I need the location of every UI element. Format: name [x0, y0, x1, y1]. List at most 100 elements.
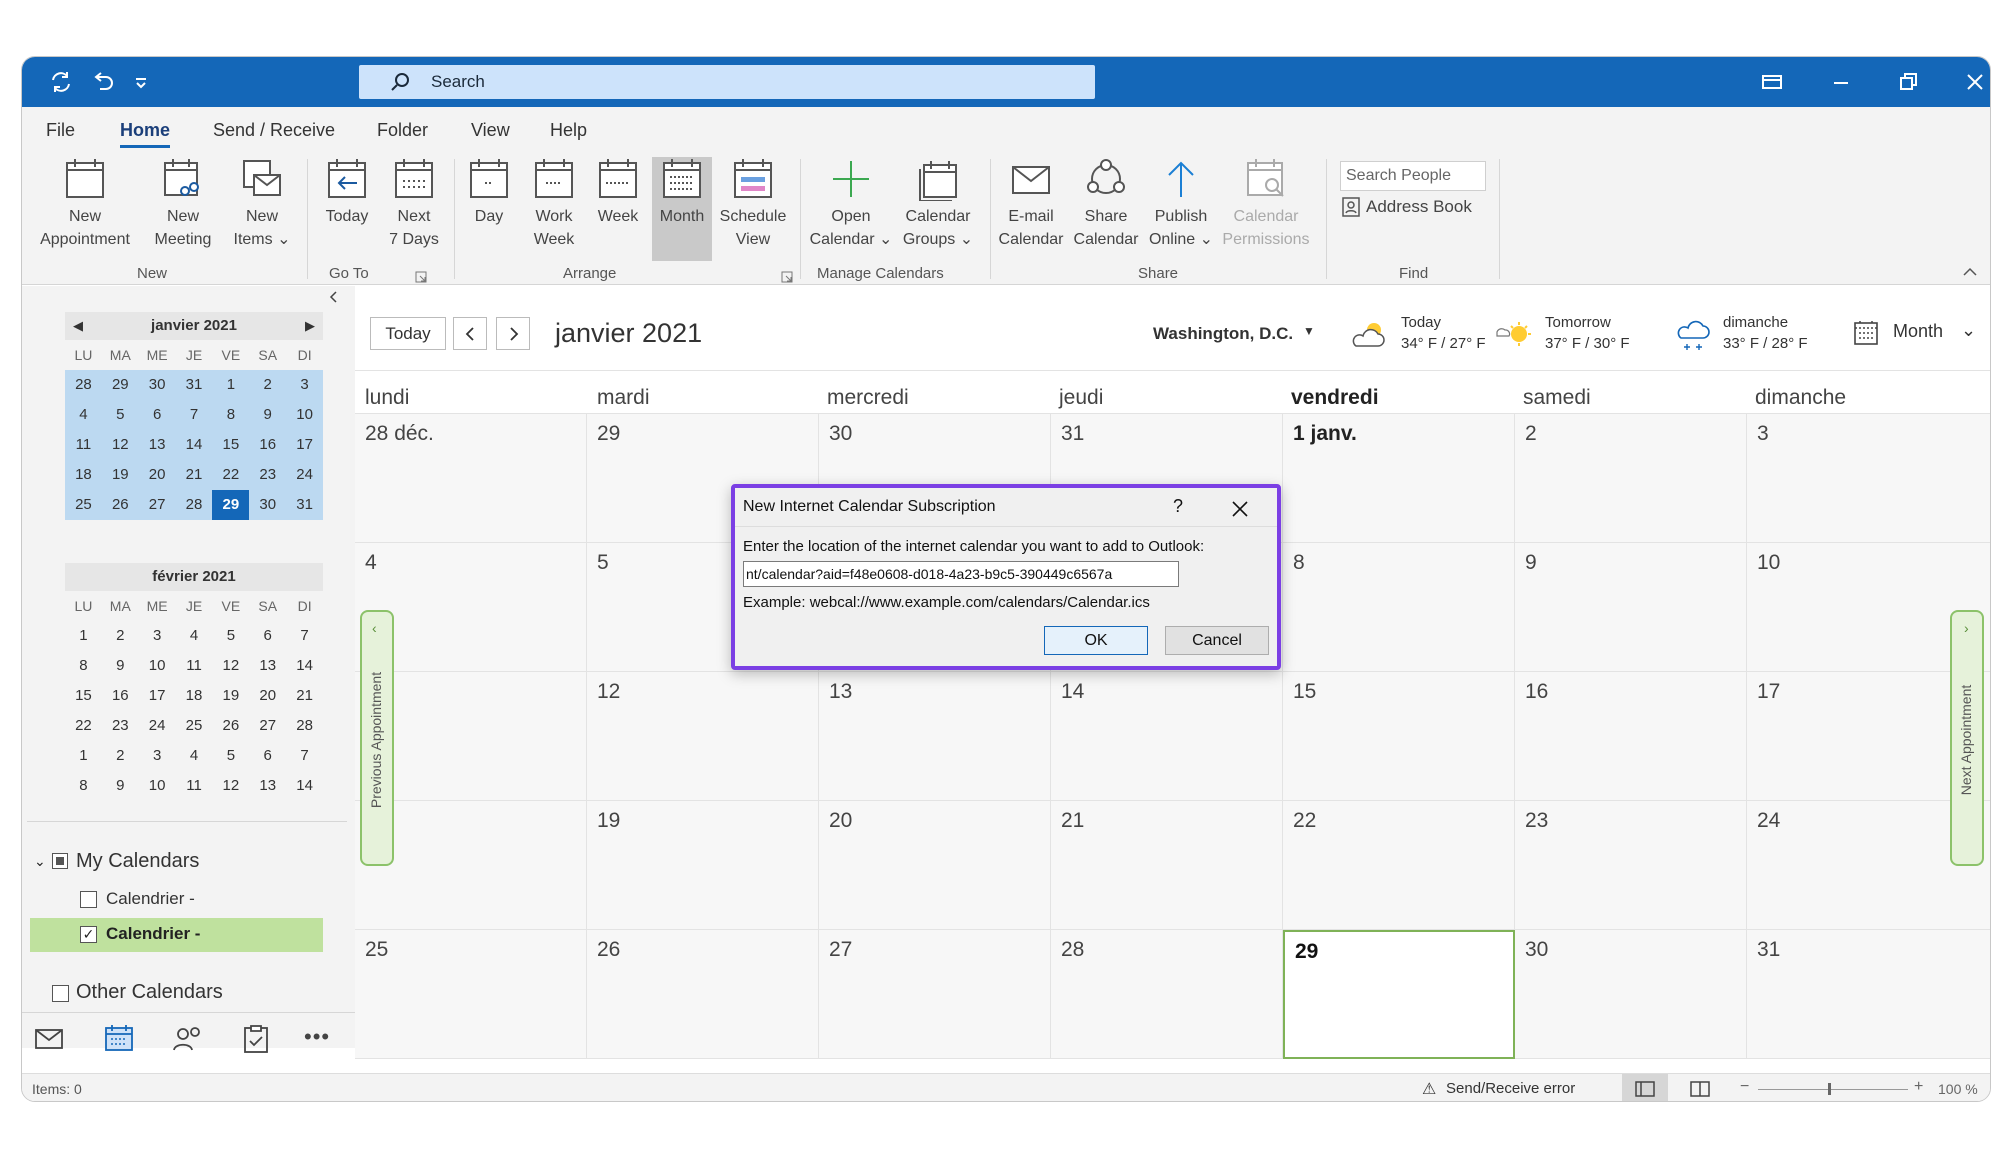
day-cell[interactable]: 14	[1051, 672, 1283, 801]
my-calendars-folder[interactable]: ⌄ My Calendars	[34, 849, 334, 879]
calendar-groups-button[interactable]: Calendar Groups ⌄	[896, 157, 980, 251]
mini-day[interactable]: 4	[176, 741, 213, 771]
zoom-in-icon[interactable]: +	[1914, 1078, 1923, 1096]
mini-day[interactable]: 25	[176, 711, 213, 741]
publish-online-button[interactable]: Publish Online ⌄	[1144, 157, 1218, 251]
mini-day[interactable]: 26	[212, 711, 249, 741]
mini-day[interactable]: 10	[139, 651, 176, 681]
work-week-view-button[interactable]: Work Week	[524, 157, 584, 251]
new-meeting-button[interactable]: New Meeting	[146, 157, 220, 251]
tab-home[interactable]: Home	[120, 120, 171, 148]
reading-view-icon[interactable]	[1690, 1080, 1710, 1098]
mini-day[interactable]: 23	[102, 711, 139, 741]
mini-day[interactable]: 28	[65, 370, 102, 400]
mini-day[interactable]: 2	[249, 370, 287, 400]
view-selector[interactable]: Month ⌄	[1853, 316, 1983, 350]
mini-day[interactable]: 22	[65, 711, 102, 741]
help-icon[interactable]: ?	[1173, 496, 1183, 517]
mini-day[interactable]: 16	[249, 430, 287, 460]
calendar-permissions-button[interactable]: Calendar Permissions	[1220, 157, 1312, 251]
mini-day[interactable]: 20	[138, 460, 176, 490]
calendar-nav-icon[interactable]	[104, 1024, 134, 1052]
close-icon[interactable]	[1960, 67, 1990, 97]
mini-day[interactable]: 11	[176, 771, 213, 801]
calendar-item-1[interactable]: Calendrier -	[80, 886, 340, 914]
tab-help[interactable]: Help	[550, 120, 587, 141]
minimize-icon[interactable]	[1826, 67, 1856, 97]
sync-icon[interactable]	[46, 67, 76, 97]
mini-day[interactable]: 29	[101, 370, 139, 400]
zoom-slider[interactable]	[1758, 1089, 1908, 1090]
mini-day[interactable]: 31	[175, 370, 213, 400]
mini-day[interactable]: 8	[65, 651, 102, 681]
day-cell[interactable]: 3	[1747, 414, 1990, 543]
mini-day[interactable]: 14	[175, 430, 213, 460]
mini-day[interactable]: 16	[102, 681, 139, 711]
mini-day[interactable]: 12	[212, 651, 249, 681]
mini-day[interactable]: 23	[249, 460, 287, 490]
collapse-pane-icon[interactable]	[327, 290, 341, 304]
other-calendars-folder[interactable]: Other Calendars	[52, 980, 332, 1010]
ok-button[interactable]: OK	[1044, 626, 1148, 655]
day-cell[interactable]: 8	[1283, 543, 1515, 672]
other-calendars-checkbox[interactable]	[52, 985, 69, 1002]
mini-day[interactable]: 24	[286, 460, 324, 490]
previous-appointment-tab[interactable]: ‹ Previous Appointment	[360, 610, 394, 866]
dialog-launcher-icon[interactable]	[781, 271, 793, 283]
mini-day[interactable]: 13	[138, 430, 176, 460]
day-cell[interactable]: 2	[1515, 414, 1747, 543]
mini-day[interactable]: 24	[139, 711, 176, 741]
day-cell[interactable]: 1 janv.	[1283, 414, 1515, 543]
mini-day[interactable]: 3	[139, 741, 176, 771]
ribbon-display-icon[interactable]	[1757, 67, 1787, 97]
day-cell[interactable]: 30	[1515, 930, 1747, 1059]
calendar-checkbox-checked[interactable]: ✓	[80, 926, 97, 943]
normal-view-button[interactable]	[1622, 1074, 1668, 1101]
mini-day[interactable]: 6	[249, 741, 286, 771]
mini-day[interactable]: 4	[176, 621, 213, 651]
cancel-button[interactable]: Cancel	[1165, 626, 1269, 655]
mini-day[interactable]: 17	[286, 430, 324, 460]
day-cell[interactable]: 21	[1051, 801, 1283, 930]
mini-day[interactable]: 18	[65, 460, 102, 490]
mini-day[interactable]: 7	[286, 741, 323, 771]
mini-day[interactable]: 17	[139, 681, 176, 711]
tab-send-receive[interactable]: Send / Receive	[213, 120, 335, 141]
mail-icon[interactable]	[34, 1026, 64, 1052]
mini-day[interactable]: 1	[65, 741, 102, 771]
schedule-view-button[interactable]: Schedule View	[716, 157, 790, 251]
new-appointment-button[interactable]: New Appointment	[32, 157, 138, 251]
mini-day[interactable]: 30	[249, 490, 287, 520]
mini-day[interactable]: 21	[286, 681, 323, 711]
mini-day[interactable]: 9	[102, 651, 139, 681]
mini-day[interactable]: 2	[102, 741, 139, 771]
undo-icon[interactable]	[88, 67, 118, 97]
tab-file[interactable]: File	[46, 120, 75, 141]
tab-view[interactable]: View	[471, 120, 510, 141]
previous-month-icon[interactable]: ◀	[73, 312, 83, 340]
mini-day[interactable]: 1	[65, 621, 102, 651]
mini-day[interactable]: 20	[249, 681, 286, 711]
day-view-button[interactable]: Day	[462, 157, 516, 228]
mini-day[interactable]: 15	[212, 430, 250, 460]
day-cell[interactable]: 23	[1515, 801, 1747, 930]
mini-day-today[interactable]: 29	[212, 490, 250, 520]
mini-day[interactable]: 9	[102, 771, 139, 801]
mini-day[interactable]: 8	[212, 400, 250, 430]
mini-day[interactable]: 19	[212, 681, 249, 711]
more-apps-icon[interactable]: •••	[304, 1024, 330, 1050]
partial-checkbox[interactable]	[52, 853, 68, 869]
tab-folder[interactable]: Folder	[377, 120, 428, 141]
calendar-checkbox[interactable]	[80, 891, 97, 908]
people-icon[interactable]	[172, 1024, 204, 1052]
day-cell[interactable]: 9	[1515, 543, 1747, 672]
mini-day[interactable]: 10	[139, 771, 176, 801]
mini-day[interactable]: 10	[286, 400, 324, 430]
mini-day[interactable]: 5	[101, 400, 139, 430]
chevron-down-icon[interactable]: ⌄	[34, 853, 46, 870]
mini-day[interactable]: 12	[212, 771, 249, 801]
mini-day[interactable]: 14	[286, 651, 323, 681]
day-cell[interactable]: 12	[587, 672, 819, 801]
mini-day[interactable]: 28	[286, 711, 323, 741]
day-cell[interactable]: 25	[355, 930, 587, 1059]
